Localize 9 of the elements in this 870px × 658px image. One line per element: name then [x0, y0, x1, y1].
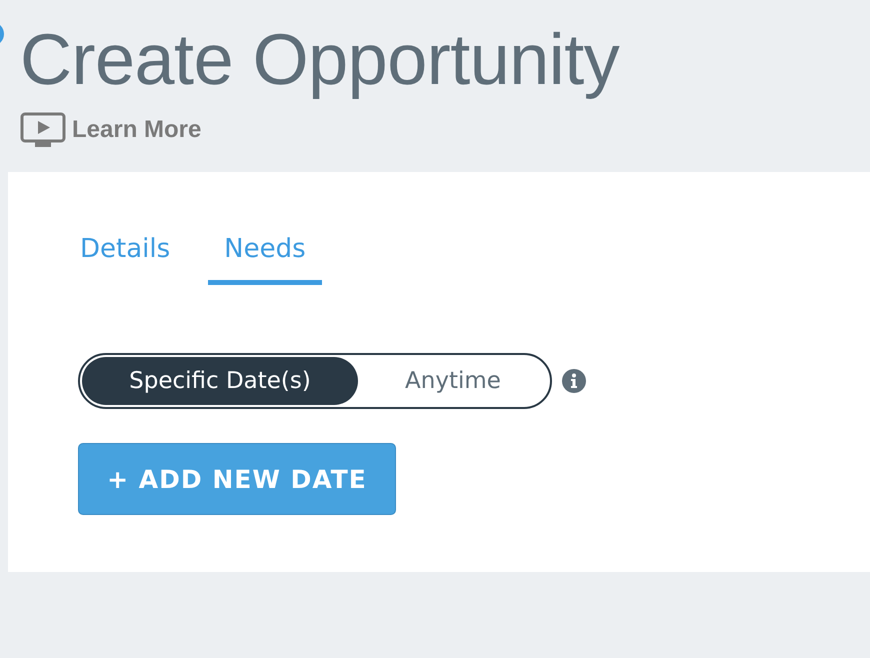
add-date-button[interactable]: + ADD NEW DATE: [78, 443, 396, 515]
info-icon[interactable]: [562, 369, 586, 393]
video-icon: [20, 112, 66, 148]
page-title: Create Opportunity: [20, 19, 620, 102]
tab[interactable]: Needs: [208, 224, 322, 285]
toggle-option[interactable]: Anytime: [358, 357, 548, 405]
tab[interactable]: Details: [64, 224, 186, 285]
toggle-option[interactable]: Specific Date(s): [82, 357, 358, 405]
learn-more-link[interactable]: Learn More: [20, 112, 202, 148]
